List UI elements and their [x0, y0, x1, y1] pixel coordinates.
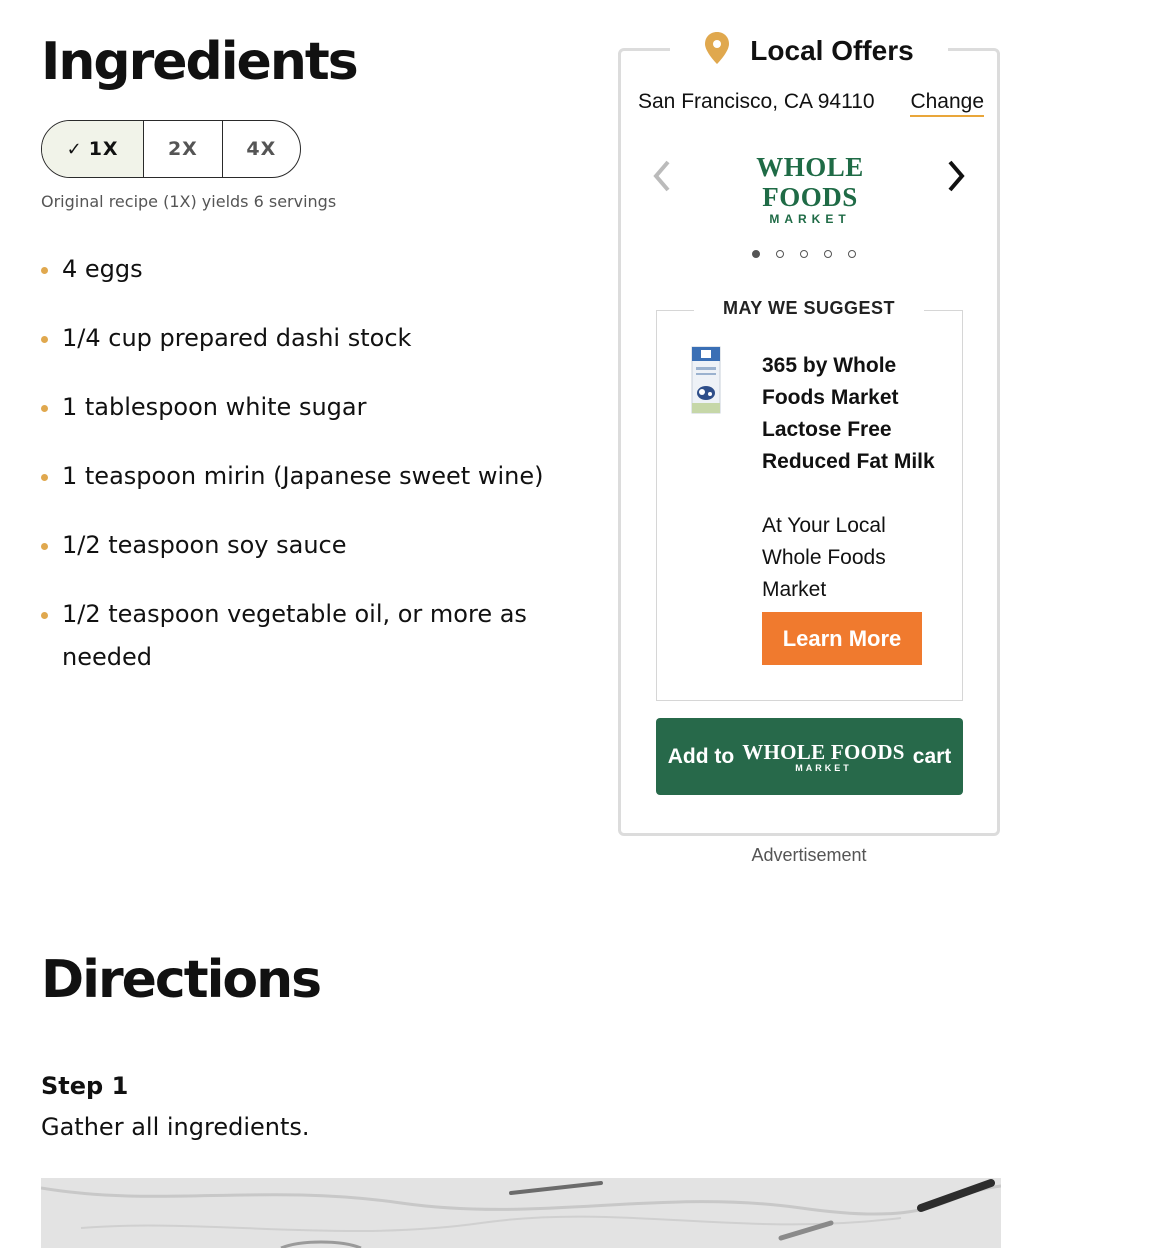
cart-logo: WHOLE FOODS MARKET	[742, 741, 905, 773]
yield-note: Original recipe (1X) yields 6 servings	[41, 192, 337, 211]
ingredient-item: 1/2 teaspoon soy sauce	[41, 524, 561, 567]
bullet-icon	[41, 474, 48, 481]
step-photo	[41, 1178, 1001, 1248]
ingredient-item: 1 teaspoon mirin (Japanese sweet wine)	[41, 455, 561, 498]
suggestion-title: MAY WE SUGGEST	[694, 298, 924, 319]
ingredient-text: 4 eggs	[62, 255, 143, 283]
advertisement-label: Advertisement	[751, 845, 867, 865]
scale-option-4x[interactable]: 4X	[221, 121, 300, 177]
bullet-icon	[41, 612, 48, 619]
location-text: San Francisco, CA 94110	[638, 90, 875, 113]
scale-option-label: 4X	[246, 138, 277, 160]
milk-carton-image[interactable]	[690, 343, 722, 415]
learn-more-button[interactable]: Learn More	[762, 612, 922, 665]
bullet-icon	[41, 405, 48, 412]
check-icon: ✓	[66, 138, 83, 160]
recipe-scale-toggle: ✓ 1X 2X 4X	[41, 120, 301, 178]
change-location-link[interactable]: Change	[910, 90, 984, 117]
carousel-dot[interactable]	[800, 250, 808, 258]
step-text: Gather all ingredients.	[41, 1113, 310, 1141]
ingredient-item: 4 eggs	[41, 248, 561, 291]
ingredient-item: 1/2 teaspoon vegetable oil, or more as n…	[41, 593, 561, 679]
scale-option-label: 1X	[88, 138, 119, 160]
bullet-icon	[41, 267, 48, 274]
ingredient-item: 1/4 cup prepared dashi stock	[41, 317, 561, 360]
carousel-dots	[752, 250, 856, 258]
cart-suffix: cart	[912, 744, 952, 768]
ingredients-heading: Ingredients	[41, 32, 359, 92]
add-to-cart-button[interactable]: Add to WHOLE FOODS MARKET cart	[656, 718, 963, 795]
cart-prefix: Add to	[667, 744, 735, 768]
location-row: San Francisco, CA 94110 Change	[638, 90, 984, 117]
carousel-prev-icon[interactable]	[648, 156, 676, 196]
bullet-icon	[41, 336, 48, 343]
scale-option-2x[interactable]: 2X	[143, 121, 221, 177]
ingredient-text: 1/2 teaspoon vegetable oil, or more as n…	[62, 600, 527, 671]
carousel-dot[interactable]	[752, 250, 760, 258]
directions-heading: Directions	[41, 950, 322, 1010]
ingredient-text: 1 teaspoon mirin (Japanese sweet wine)	[62, 462, 544, 490]
ingredient-list: 4 eggs 1/4 cup prepared dashi stock 1 ta…	[41, 248, 561, 705]
whole-foods-logo: WHOLE FOODS MARKET	[715, 152, 905, 226]
product-availability: At Your Local Whole Foods Market	[762, 514, 886, 601]
ingredient-text: 1 tablespoon white sugar	[62, 393, 367, 421]
logo-line2: MARKET	[769, 212, 851, 226]
carousel-dot[interactable]	[824, 250, 832, 258]
cart-logo-line2: MARKET	[795, 762, 852, 773]
step-label: Step 1	[41, 1072, 129, 1100]
offers-title: Local Offers	[750, 35, 914, 66]
logo-line1: WHOLE FOODS	[756, 152, 864, 212]
location-pin-icon	[705, 32, 730, 64]
offers-header: Local Offers	[670, 24, 948, 78]
carousel-dot[interactable]	[848, 250, 856, 258]
bullet-icon	[41, 543, 48, 550]
carousel-dot[interactable]	[776, 250, 784, 258]
scale-option-1x[interactable]: ✓ 1X	[42, 121, 144, 177]
product-name[interactable]: 365 by Whole Foods Market Lactose Free R…	[762, 350, 942, 478]
ingredient-text: 1/2 teaspoon soy sauce	[62, 531, 347, 559]
cart-logo-line1: WHOLE FOODS	[742, 739, 905, 764]
scale-option-label: 2X	[167, 138, 198, 160]
ingredient-item: 1 tablespoon white sugar	[41, 386, 561, 429]
marble-surface-image	[41, 1178, 1001, 1248]
carousel-next-icon[interactable]	[942, 156, 970, 196]
ingredient-text: 1/4 cup prepared dashi stock	[62, 324, 412, 352]
